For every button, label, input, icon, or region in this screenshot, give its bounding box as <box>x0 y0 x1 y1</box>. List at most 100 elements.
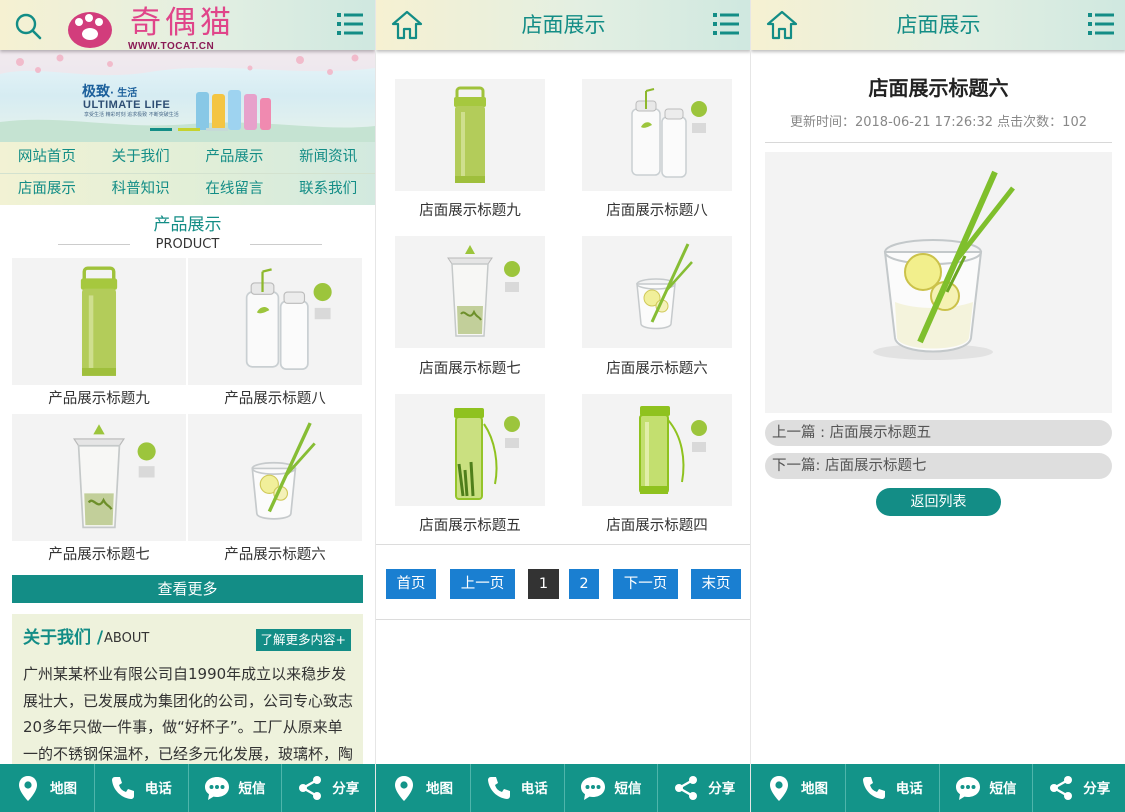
store-image[interactable] <box>395 236 545 348</box>
store-photo <box>582 79 732 191</box>
page-title: 店面展示 <box>521 13 606 37</box>
nav-products[interactable]: 产品展示 <box>188 142 282 173</box>
product-photo <box>188 414 362 541</box>
phone-icon <box>485 774 513 802</box>
banner-pager <box>150 128 230 132</box>
page-number[interactable]: 2 <box>569 569 599 599</box>
logo-url-text: WWW.TOCAT.CN <box>128 41 215 52</box>
phone-label: 电话 <box>144 781 172 797</box>
share-button[interactable]: 分享 <box>657 764 750 812</box>
message-icon <box>203 774 231 802</box>
store-caption[interactable]: 店面展示标题七 <box>395 360 545 378</box>
share-button[interactable]: 分享 <box>1032 764 1125 812</box>
store-image[interactable] <box>395 79 545 191</box>
sms-label: 短信 <box>614 781 642 797</box>
home-icon[interactable] <box>390 9 424 41</box>
nav-message[interactable]: 在线留言 <box>188 174 282 205</box>
about-text: 广州某某杯业有限公司自1990年成立以来稳步发展壮大，已发展成为集团化的公司，公… <box>23 665 354 763</box>
article-image <box>765 152 1112 413</box>
bottom-toolbar: 地图 电话 短信 分享 <box>751 764 1125 812</box>
map-button[interactable]: 地图 <box>751 764 845 812</box>
pagination-top-rule <box>376 544 750 545</box>
product-image[interactable] <box>188 258 362 385</box>
store-photo <box>395 236 545 348</box>
nav-about[interactable]: 关于我们 <box>94 142 188 173</box>
sms-button[interactable]: 短信 <box>187 764 282 812</box>
next-article-link[interactable]: 下一篇: 店面展示标题七 <box>765 453 1112 479</box>
map-pin-icon <box>390 774 418 802</box>
banner-dot[interactable] <box>206 128 228 131</box>
about-heading: 关于我们 / <box>23 628 104 648</box>
store-image[interactable] <box>582 79 732 191</box>
about-heading-en: ABOUT <box>104 631 150 646</box>
product-image[interactable] <box>12 258 186 385</box>
sms-button[interactable]: 短信 <box>938 764 1033 812</box>
share-label: 分享 <box>708 781 736 797</box>
article-title: 店面展示标题六 <box>868 76 1009 100</box>
banner-dot[interactable] <box>178 128 200 131</box>
store-caption[interactable]: 店面展示标题四 <box>582 517 732 535</box>
page-title: 店面展示 <box>896 13 981 37</box>
phone-button[interactable]: 电话 <box>844 764 939 812</box>
product-caption[interactable]: 产品展示标题六 <box>188 546 362 564</box>
logo-brand-text: 奇偶猫 <box>130 5 235 41</box>
section-subtitle: PRODUCT <box>155 237 220 252</box>
nav-contact[interactable]: 联系我们 <box>281 174 375 205</box>
menu-icon[interactable] <box>1088 12 1114 36</box>
store-image[interactable] <box>395 394 545 506</box>
site-logo[interactable]: 奇偶猫 WWW.TOCAT.CN <box>64 5 239 52</box>
nav-news[interactable]: 新闻资讯 <box>281 142 375 173</box>
sms-button[interactable]: 短信 <box>563 764 658 812</box>
back-to-list-button[interactable]: 返回列表 <box>876 488 1001 516</box>
map-button[interactable]: 地图 <box>0 764 94 812</box>
page-number-current[interactable]: 1 <box>528 569 559 599</box>
menu-icon[interactable] <box>713 12 739 36</box>
section-title: 产品展示 <box>153 215 222 235</box>
article-meta: 更新时间：2018-06-21 17:26:32 点击次数：102 <box>789 115 1087 130</box>
message-icon <box>954 774 982 802</box>
product-image[interactable] <box>12 414 186 541</box>
store-list-screen: 店面展示 店面展示标题九 店面展示标题八 店面展示标题七 店面展示标题六 店面展… <box>375 0 750 812</box>
view-more-button[interactable]: 查看更多 <box>12 575 363 603</box>
store-caption[interactable]: 店面展示标题八 <box>582 202 732 220</box>
map-button[interactable]: 地图 <box>376 764 470 812</box>
product-photo <box>12 258 186 385</box>
store-caption[interactable]: 店面展示标题九 <box>395 202 545 220</box>
bottom-toolbar: 地图 电话 短信 分享 <box>376 764 750 812</box>
prev-page-button[interactable]: 上一页 <box>450 569 515 599</box>
nav-home[interactable]: 网站首页 <box>0 142 94 173</box>
banner-tagline: 享受生活 精彩时刻 追求极致 不断突破生活 <box>84 112 179 118</box>
store-photo <box>395 394 545 506</box>
menu-icon[interactable] <box>337 12 363 36</box>
article-divider <box>765 142 1112 143</box>
product-caption[interactable]: 产品展示标题七 <box>12 546 186 564</box>
home-icon[interactable] <box>765 9 799 41</box>
search-icon[interactable] <box>14 12 42 40</box>
store-caption[interactable]: 店面展示标题六 <box>582 360 732 378</box>
last-page-button[interactable]: 末页 <box>691 569 741 599</box>
glass-with-straw-photo <box>765 152 1112 413</box>
first-page-button[interactable]: 首页 <box>386 569 436 599</box>
list-header: 店面展示 <box>376 0 750 50</box>
prev-article-link[interactable]: 上一篇 : 店面展示标题五 <box>765 420 1112 446</box>
store-image[interactable] <box>582 394 732 506</box>
about-more-link[interactable]: 了解更多内容+ <box>255 629 351 651</box>
sms-label: 短信 <box>238 781 266 797</box>
phone-icon <box>109 774 137 802</box>
store-caption[interactable]: 店面展示标题五 <box>395 517 545 535</box>
store-image[interactable] <box>582 236 732 348</box>
store-photo <box>582 236 732 348</box>
store-photo <box>582 394 732 506</box>
banner-dot[interactable] <box>150 128 172 131</box>
share-button[interactable]: 分享 <box>281 764 375 812</box>
nav-stores[interactable]: 店面展示 <box>0 174 94 205</box>
next-page-button[interactable]: 下一页 <box>613 569 678 599</box>
share-icon <box>672 774 700 802</box>
phone-button[interactable]: 电话 <box>469 764 564 812</box>
product-caption[interactable]: 产品展示标题九 <box>12 390 186 408</box>
store-detail-screen: 店面展示 店面展示标题六 更新时间：2018-06-21 17:26:32 点击… <box>750 0 1125 812</box>
nav-science[interactable]: 科普知识 <box>94 174 188 205</box>
product-image[interactable] <box>188 414 362 541</box>
product-caption[interactable]: 产品展示标题八 <box>188 390 362 408</box>
phone-button[interactable]: 电话 <box>93 764 188 812</box>
